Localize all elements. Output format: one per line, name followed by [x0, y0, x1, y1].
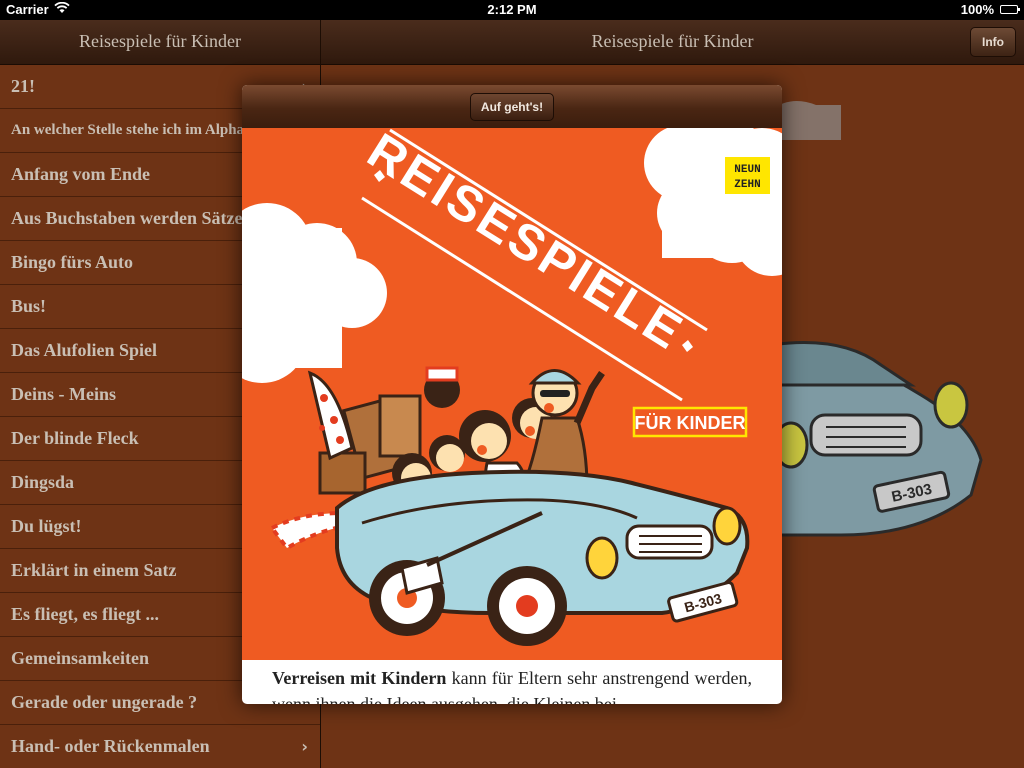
list-item-label: 21! — [11, 76, 35, 96]
list-item-label: Bus! — [11, 296, 47, 316]
master-nav-bar: Reisespiele für Kinder — [0, 20, 320, 65]
list-item[interactable]: Hand- oder Rückenmalen › — [0, 725, 320, 768]
cloud-icon — [242, 203, 387, 383]
modal-toolbar: Auf geht's! — [242, 85, 782, 128]
cloud-icon — [644, 128, 782, 276]
intro-bold-text: Verreisen mit Kindern — [272, 668, 447, 688]
lets-go-button[interactable]: Auf geht's! — [470, 93, 554, 121]
list-item-label: Das Alufolien Spiel — [11, 340, 158, 360]
list-item-label: Es fliegt, es fliegt ... — [11, 604, 159, 624]
list-item-label: Gerade oder ungerade ? — [11, 692, 198, 712]
list-item-label: Erklärt in einem Satz — [11, 560, 177, 580]
book-cover: REISESPIELE NEUN ZEHN FÜR KINDER B-303 — [242, 128, 782, 660]
list-item-label: Bingo fürs Auto — [11, 252, 134, 272]
list-item-label: Aus Buchstaben werden Sätze — [11, 208, 243, 228]
battery-icon — [1000, 5, 1020, 14]
list-item-label: Anfang vom Ende — [11, 164, 151, 184]
list-item-label: Der blinde Fleck — [11, 428, 139, 448]
list-item-label: Du lügst! — [11, 516, 82, 536]
cover-illustration: REISESPIELE NEUN ZEHN FÜR KINDER B-303 — [242, 128, 782, 646]
publisher-line1: NEUN — [734, 164, 760, 176]
publisher-line2: ZEHN — [734, 179, 760, 191]
intro-paragraph: Verreisen mit Kindern kann für Eltern se… — [272, 665, 752, 704]
intro-modal: Auf geht's! REISESPIELE NEUN ZEHN FÜR KI… — [242, 85, 782, 704]
status-bar: Carrier 2:12 PM 100% — [0, 0, 1024, 20]
info-button[interactable]: Info — [970, 27, 1016, 57]
car-illustration: B-303 — [335, 469, 750, 646]
cover-subtitle: FÜR KINDER — [635, 413, 746, 433]
list-item-label: Dingsda — [11, 472, 75, 492]
battery-percentage: 100% — [960, 2, 994, 17]
list-item-label: An welcher Stelle stehe ich im Alphabet? — [11, 122, 272, 138]
clock: 2:12 PM — [487, 2, 537, 17]
list-item-label: Gemeinsamkeiten — [11, 648, 149, 668]
chevron-right-icon: › — [301, 737, 308, 756]
detail-nav-title: Reisespiele für Kinder — [591, 31, 754, 51]
cover-title: REISESPIELE — [358, 128, 694, 361]
list-item-label: Deins - Meins — [11, 384, 116, 404]
detail-nav-bar: Reisespiele für Kinder Info — [321, 20, 1024, 65]
list-item-label: Hand- oder Rückenmalen — [11, 736, 210, 756]
master-nav-title: Reisespiele für Kinder — [79, 31, 241, 51]
